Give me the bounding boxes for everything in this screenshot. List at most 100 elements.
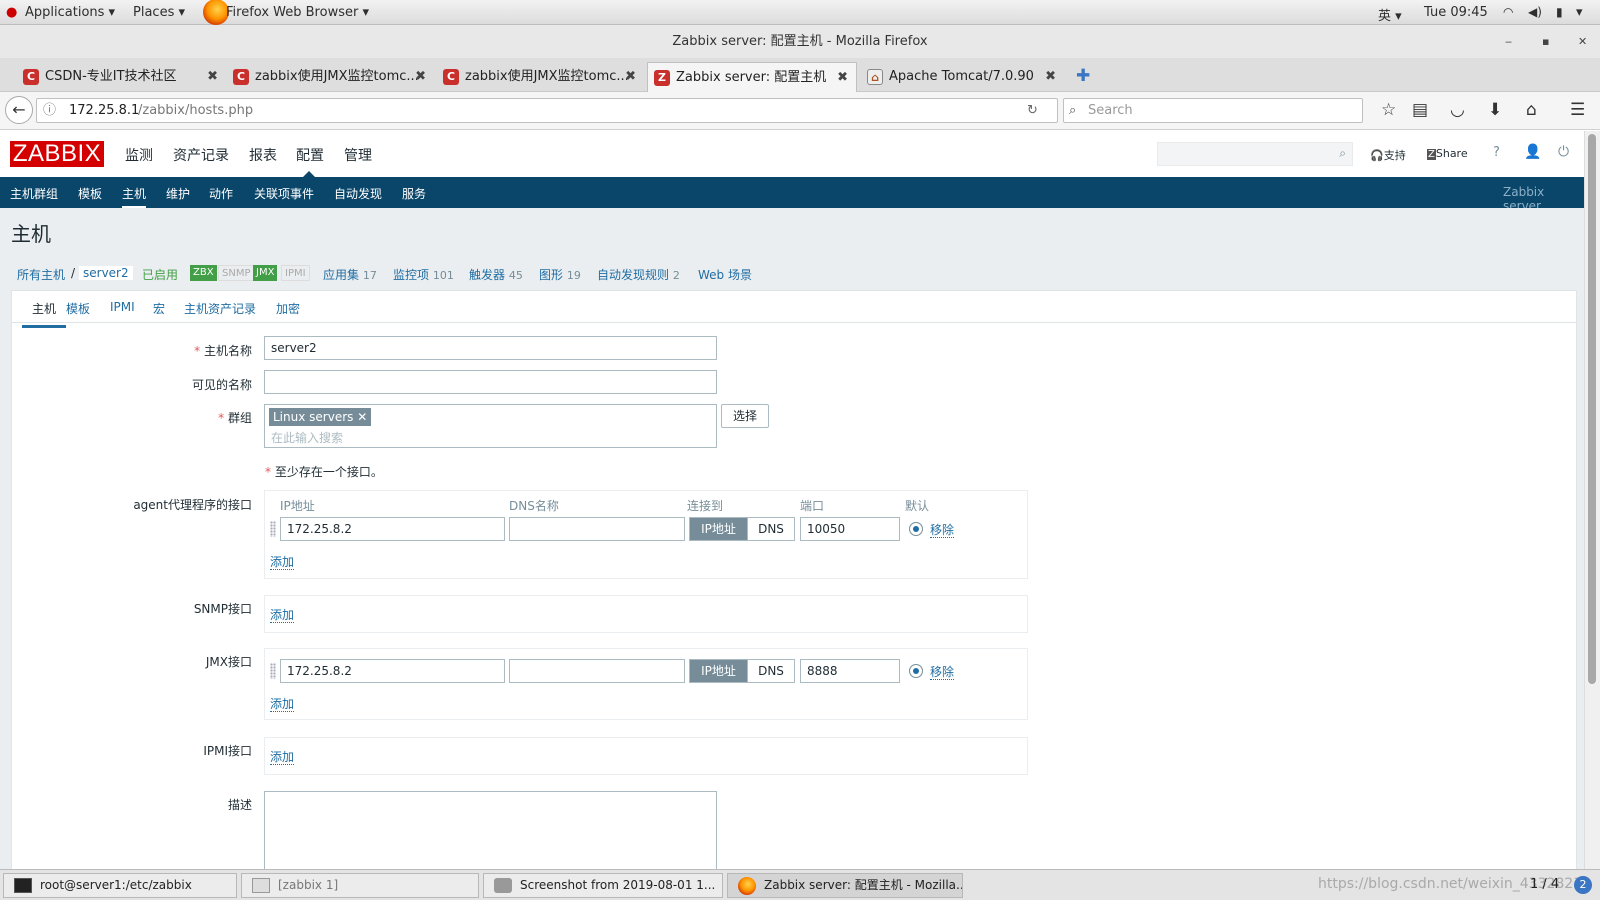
visible-name-input[interactable] [264, 370, 717, 394]
bookmark-star-icon[interactable]: ☆ [1381, 100, 1396, 120]
host-name-input[interactable]: server2 [264, 336, 717, 360]
jmx-add-link[interactable]: 添加 [270, 697, 295, 712]
home-icon[interactable]: ⌂ [1526, 100, 1537, 120]
jmx-dns-input[interactable] [509, 659, 685, 683]
applications-menu[interactable]: Applications ▾ [25, 5, 115, 20]
crumb-applications[interactable]: 应用集 17 [323, 266, 377, 283]
wifi-icon[interactable]: ◠ [1503, 5, 1513, 19]
tab-inventory[interactable]: 主机资产记录 [184, 300, 256, 317]
global-search-input[interactable]: ⌕ [1157, 142, 1353, 166]
page-scrollbar[interactable] [1584, 131, 1600, 869]
menu-administration[interactable]: 管理 [344, 145, 372, 165]
support-link[interactable]: 🎧支持 [1370, 147, 1406, 163]
crumb-triggers[interactable]: 触发器 45 [469, 266, 523, 283]
clock[interactable]: Tue 09:45 [1424, 5, 1488, 20]
search-icon[interactable]: ⌕ [1339, 146, 1346, 161]
close-tab-icon[interactable]: ✖ [625, 62, 636, 92]
menu-monitoring[interactable]: 监测 [125, 145, 153, 165]
user-profile-icon[interactable]: 👤 [1524, 144, 1541, 160]
close-window-icon[interactable]: ✕ [1578, 25, 1587, 58]
submenu-hosts[interactable]: 主机 [122, 185, 147, 209]
browser-tab[interactable]: C CSDN-专业IT技术社区 ✖ [20, 62, 220, 92]
maximize-icon[interactable]: ▪ [1542, 25, 1549, 58]
crumb-items[interactable]: 监控项 101 [393, 266, 454, 283]
jmx-remove-link[interactable]: 移除 [930, 665, 955, 680]
hamburger-menu-icon[interactable]: ☰ [1570, 100, 1585, 120]
minimize-icon[interactable]: ‒ [1505, 25, 1512, 58]
breadcrumb-host[interactable]: server2 [79, 266, 133, 280]
close-tab-icon[interactable]: ✖ [415, 62, 426, 92]
help-icon[interactable]: ? [1493, 145, 1500, 160]
browser-tab[interactable]: ⌂ Apache Tomcat/7.0.90 ✖ [864, 62, 1058, 92]
back-icon[interactable]: ← [5, 96, 33, 124]
workspace-badge-icon[interactable]: 2 [1574, 876, 1592, 894]
agent-dns-input[interactable] [509, 517, 685, 541]
tab-macros[interactable]: 宏 [153, 300, 165, 317]
menu-reports[interactable]: 报表 [249, 145, 277, 165]
taskbar-item-firefox[interactable]: Zabbix server: 配置主机 - Mozilla... [727, 873, 963, 898]
crumb-graphs[interactable]: 图形 19 [539, 266, 581, 283]
share-link[interactable]: ZShare [1427, 147, 1468, 160]
submenu-host-groups[interactable]: 主机群组 [10, 185, 58, 202]
menu-configuration[interactable]: 配置 [296, 145, 324, 165]
browser-tab[interactable]: C zabbix使用JMX监控tomc... ✖ [230, 62, 428, 92]
pocket-icon[interactable]: ◡ [1450, 100, 1465, 120]
volume-icon[interactable]: ◀) [1528, 5, 1542, 19]
browser-tab[interactable]: C zabbix使用JMX监控tomc... ✖ [440, 62, 638, 92]
groups-multiselect[interactable]: Linux servers ✕ 在此输入搜索 [264, 404, 717, 448]
taskbar-item-terminal[interactable]: root@server1:/etc/zabbix [3, 873, 237, 898]
ipmi-add-link[interactable]: 添加 [270, 750, 295, 765]
snmp-add-link[interactable]: 添加 [270, 608, 295, 623]
browser-search-field[interactable]: ⌕ Search [1063, 98, 1363, 123]
submenu-actions[interactable]: 动作 [209, 185, 233, 202]
close-tab-icon[interactable]: ✖ [837, 63, 848, 92]
submenu-maintenance[interactable]: 维护 [166, 185, 190, 202]
tab-host[interactable]: 主机 [22, 300, 67, 328]
taskbar-item-screenshot[interactable]: Screenshot from 2019-08-01 1... [483, 873, 723, 898]
jmx-default-radio[interactable] [909, 664, 923, 678]
input-method-indicator[interactable]: 英 ▾ [1378, 5, 1402, 24]
submenu-services[interactable]: 服务 [402, 185, 426, 202]
select-groups-button[interactable]: 选择 [721, 404, 769, 428]
tab-encryption[interactable]: 加密 [276, 300, 300, 317]
close-tab-icon[interactable]: ✖ [207, 62, 218, 92]
tab-templates[interactable]: 模板 [66, 300, 90, 317]
system-menu-caret[interactable]: ▾ [1576, 5, 1583, 20]
description-textarea[interactable] [264, 791, 717, 870]
remove-tag-icon[interactable]: ✕ [357, 410, 367, 424]
places-menu[interactable]: Places ▾ [133, 5, 185, 20]
workspace-indicator[interactable]: 1 / 4 [1530, 877, 1559, 892]
browser-tab-active[interactable]: Z Zabbix server: 配置主机 ✖ [647, 62, 857, 92]
groups-search-placeholder[interactable]: 在此输入搜索 [271, 429, 343, 446]
active-app-menu[interactable]: Firefox Web Browser ▾ [226, 5, 369, 20]
download-icon[interactable]: ⬇ [1488, 100, 1502, 120]
breadcrumb-all-hosts[interactable]: 所有主机 [17, 266, 65, 283]
agent-add-link[interactable]: 添加 [270, 555, 295, 570]
drag-handle-icon[interactable] [270, 663, 276, 679]
crumb-web-scenarios[interactable]: Web 场景 [698, 266, 752, 283]
agent-ip-input[interactable]: 172.25.8.2 [280, 517, 505, 541]
zabbix-logo[interactable]: ZABBIX [10, 141, 104, 167]
reading-list-icon[interactable]: ▤ [1412, 100, 1428, 120]
close-tab-icon[interactable]: ✖ [1045, 62, 1056, 92]
agent-default-radio[interactable] [909, 522, 923, 536]
taskbar-item-zabbix[interactable]: [zabbix 1] [241, 873, 479, 898]
new-tab-icon[interactable]: ✚ [1076, 66, 1090, 86]
agent-remove-link[interactable]: 移除 [930, 523, 955, 538]
battery-icon[interactable]: ▮ [1556, 5, 1563, 19]
agent-connect-dns-button[interactable]: DNS [747, 517, 795, 541]
submenu-correlation[interactable]: 关联项事件 [254, 185, 314, 202]
url-bar[interactable]: ⓘ 172.25.8.1 /zabbix/hosts.php ↻ [36, 98, 1058, 123]
tab-ipmi[interactable]: IPMI [110, 300, 135, 314]
menu-inventory[interactable]: 资产记录 [173, 145, 229, 165]
submenu-discovery[interactable]: 自动发现 [334, 185, 382, 202]
jmx-ip-input[interactable]: 172.25.8.2 [280, 659, 505, 683]
sign-out-icon[interactable]: ⏻ [1558, 144, 1569, 160]
host-status[interactable]: 已启用 [142, 266, 178, 283]
jmx-port-input[interactable]: 8888 [800, 659, 900, 683]
submenu-templates[interactable]: 模板 [78, 185, 102, 202]
agent-port-input[interactable]: 10050 [800, 517, 900, 541]
jmx-connect-dns-button[interactable]: DNS [747, 659, 795, 683]
jmx-connect-ip-button[interactable]: IP地址 [689, 659, 748, 683]
agent-connect-ip-button[interactable]: IP地址 [689, 517, 748, 541]
